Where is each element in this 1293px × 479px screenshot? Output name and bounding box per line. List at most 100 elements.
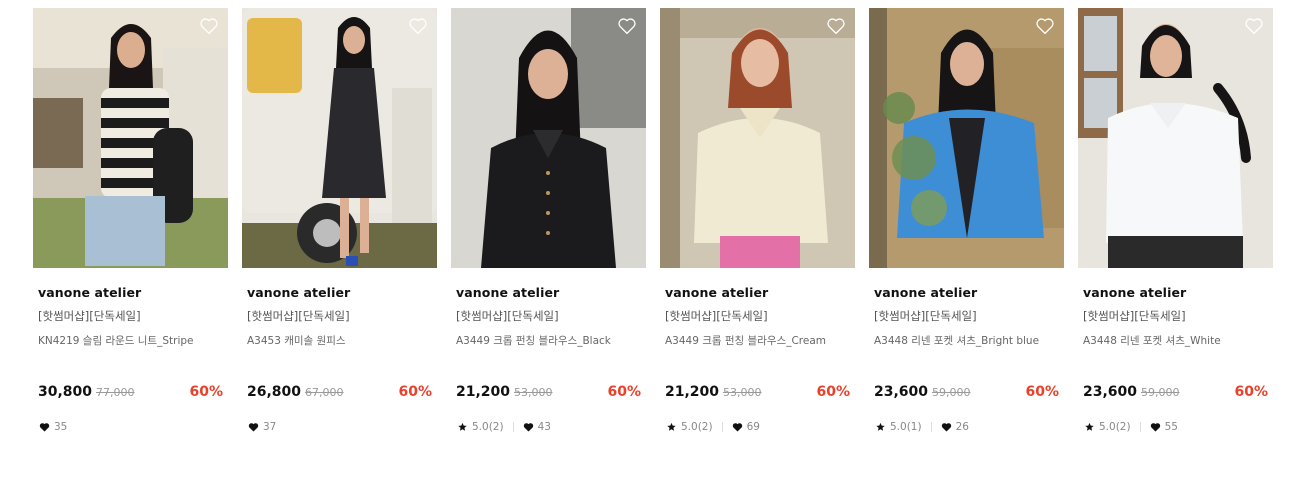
product-meta: 37 [248, 420, 276, 434]
likes-count: 69 [746, 421, 760, 433]
product-brand[interactable]: vanone atelier [38, 285, 228, 301]
product-photo-black-blouse [451, 8, 646, 268]
product-meta: 5.0(2) 55 [1084, 420, 1178, 434]
product-meta: 35 [39, 420, 67, 434]
product-brand[interactable]: vanone atelier [456, 285, 646, 301]
product-name[interactable]: A3453 캐미솔 원피스 [247, 334, 437, 348]
price-row: 23,600 59,000 60% [874, 384, 1059, 404]
product-card[interactable]: vanone atelier [핫썸머샵][단독세일] A3453 캐미솔 원피… [242, 8, 437, 433]
discount-rate: 60% [816, 384, 850, 400]
product-card[interactable]: vanone atelier [핫썸머샵][단독세일] A3448 리넨 포켓 … [1078, 8, 1273, 433]
product-tag[interactable]: [핫썸머샵][단독세일] [1083, 309, 1273, 324]
sale-price: 23,600 [1083, 384, 1138, 400]
discount-rate: 60% [398, 384, 432, 400]
sale-price: 21,200 [456, 384, 511, 400]
discount-rate: 60% [189, 384, 223, 400]
product-meta: 5.0(2) 69 [666, 420, 760, 434]
product-meta: 5.0(2) 43 [457, 420, 551, 434]
likes-count-group: 35 [39, 421, 67, 433]
price-row: 26,800 67,000 60% [247, 384, 432, 404]
product-image[interactable] [451, 8, 646, 268]
product-name[interactable]: A3448 리넨 포켓 셔츠_Bright blue [874, 334, 1064, 348]
wishlist-heart-icon[interactable] [199, 17, 219, 35]
product-brand[interactable]: vanone atelier [247, 285, 437, 301]
rating-value: 5.0(2) [681, 421, 713, 433]
rating-value: 5.0(1) [890, 421, 922, 433]
original-price: 59,000 [1141, 386, 1180, 399]
wishlist-heart-icon[interactable] [617, 17, 637, 35]
price-row: 23,600 59,000 60% [1083, 384, 1268, 404]
product-card[interactable]: vanone atelier [핫썸머샵][단독세일] A3449 크롭 펀칭 … [660, 8, 855, 433]
product-name[interactable]: KN4219 슬림 라운드 니트_Stripe [38, 334, 228, 348]
discount-rate: 60% [1234, 384, 1268, 400]
product-image[interactable] [1078, 8, 1273, 268]
meta-divider [1139, 422, 1141, 432]
original-price: 77,000 [96, 386, 135, 399]
product-meta: 5.0(1) 26 [875, 420, 969, 434]
product-photo-striped-knit [33, 8, 228, 268]
original-price: 53,000 [514, 386, 553, 399]
heart-filled-icon [248, 423, 259, 432]
product-brand[interactable]: vanone atelier [1083, 285, 1273, 301]
product-card[interactable]: vanone atelier [핫썸머샵][단독세일] KN4219 슬림 라운… [33, 8, 228, 433]
wishlist-heart-icon[interactable] [826, 17, 846, 35]
rating-group: 5.0(2) [457, 421, 504, 433]
discount-rate: 60% [607, 384, 641, 400]
wishlist-heart-icon[interactable] [408, 17, 428, 35]
product-name[interactable]: A3449 크롭 펀칭 블라우스_Black [456, 334, 646, 348]
likes-count: 26 [955, 421, 969, 433]
wishlist-heart-icon[interactable] [1035, 17, 1055, 35]
likes-count-group: 69 [732, 421, 760, 433]
product-brand[interactable]: vanone atelier [665, 285, 855, 301]
meta-divider [930, 422, 932, 432]
product-grid: vanone atelier [핫썸머샵][단독세일] KN4219 슬림 라운… [33, 8, 1273, 433]
star-icon [1085, 422, 1094, 431]
star-icon [667, 422, 676, 431]
product-brand[interactable]: vanone atelier [874, 285, 1064, 301]
product-photo-cream-blouse [660, 8, 855, 268]
price-row: 21,200 53,000 60% [665, 384, 850, 404]
likes-count-group: 37 [248, 421, 276, 433]
rating-value: 5.0(2) [1099, 421, 1131, 433]
heart-filled-icon [39, 423, 50, 432]
rating-group: 5.0(2) [666, 421, 713, 433]
product-tag[interactable]: [핫썸머샵][단독세일] [247, 309, 437, 324]
product-photo-camisole-dress [242, 8, 437, 268]
sale-price: 26,800 [247, 384, 302, 400]
wishlist-heart-icon[interactable] [1244, 17, 1264, 35]
product-name[interactable]: A3448 리넨 포켓 셔츠_White [1083, 334, 1273, 348]
likes-count: 43 [537, 421, 551, 433]
price-row: 21,200 53,000 60% [456, 384, 641, 404]
likes-count-group: 55 [1150, 421, 1178, 433]
likes-count: 55 [1164, 421, 1178, 433]
sale-price: 30,800 [38, 384, 93, 400]
product-photo-blue-shirt [869, 8, 1064, 268]
product-card[interactable]: vanone atelier [핫썸머샵][단독세일] A3449 크롭 펀칭 … [451, 8, 646, 433]
rating-group: 5.0(2) [1084, 421, 1131, 433]
rating-group: 5.0(1) [875, 421, 922, 433]
star-icon [876, 422, 885, 431]
product-image[interactable] [242, 8, 437, 268]
meta-divider [721, 422, 723, 432]
heart-filled-icon [941, 423, 951, 432]
heart-filled-icon [732, 423, 742, 432]
product-image[interactable] [33, 8, 228, 268]
product-tag[interactable]: [핫썸머샵][단독세일] [665, 309, 855, 324]
product-tag[interactable]: [핫썸머샵][단독세일] [38, 309, 228, 324]
product-name[interactable]: A3449 크롭 펀칭 블라우스_Cream [665, 334, 855, 348]
likes-count: 35 [54, 421, 68, 433]
product-tag[interactable]: [핫썸머샵][단독세일] [874, 309, 1064, 324]
original-price: 53,000 [723, 386, 762, 399]
discount-rate: 60% [1025, 384, 1059, 400]
heart-filled-icon [1150, 423, 1160, 432]
meta-divider [512, 422, 514, 432]
product-image[interactable] [869, 8, 1064, 268]
likes-count-group: 43 [523, 421, 551, 433]
product-image[interactable] [660, 8, 855, 268]
product-card[interactable]: vanone atelier [핫썸머샵][단독세일] A3448 리넨 포켓 … [869, 8, 1064, 433]
product-tag[interactable]: [핫썸머샵][단독세일] [456, 309, 646, 324]
original-price: 67,000 [305, 386, 344, 399]
likes-count: 37 [263, 421, 277, 433]
sale-price: 23,600 [874, 384, 929, 400]
heart-filled-icon [523, 423, 533, 432]
